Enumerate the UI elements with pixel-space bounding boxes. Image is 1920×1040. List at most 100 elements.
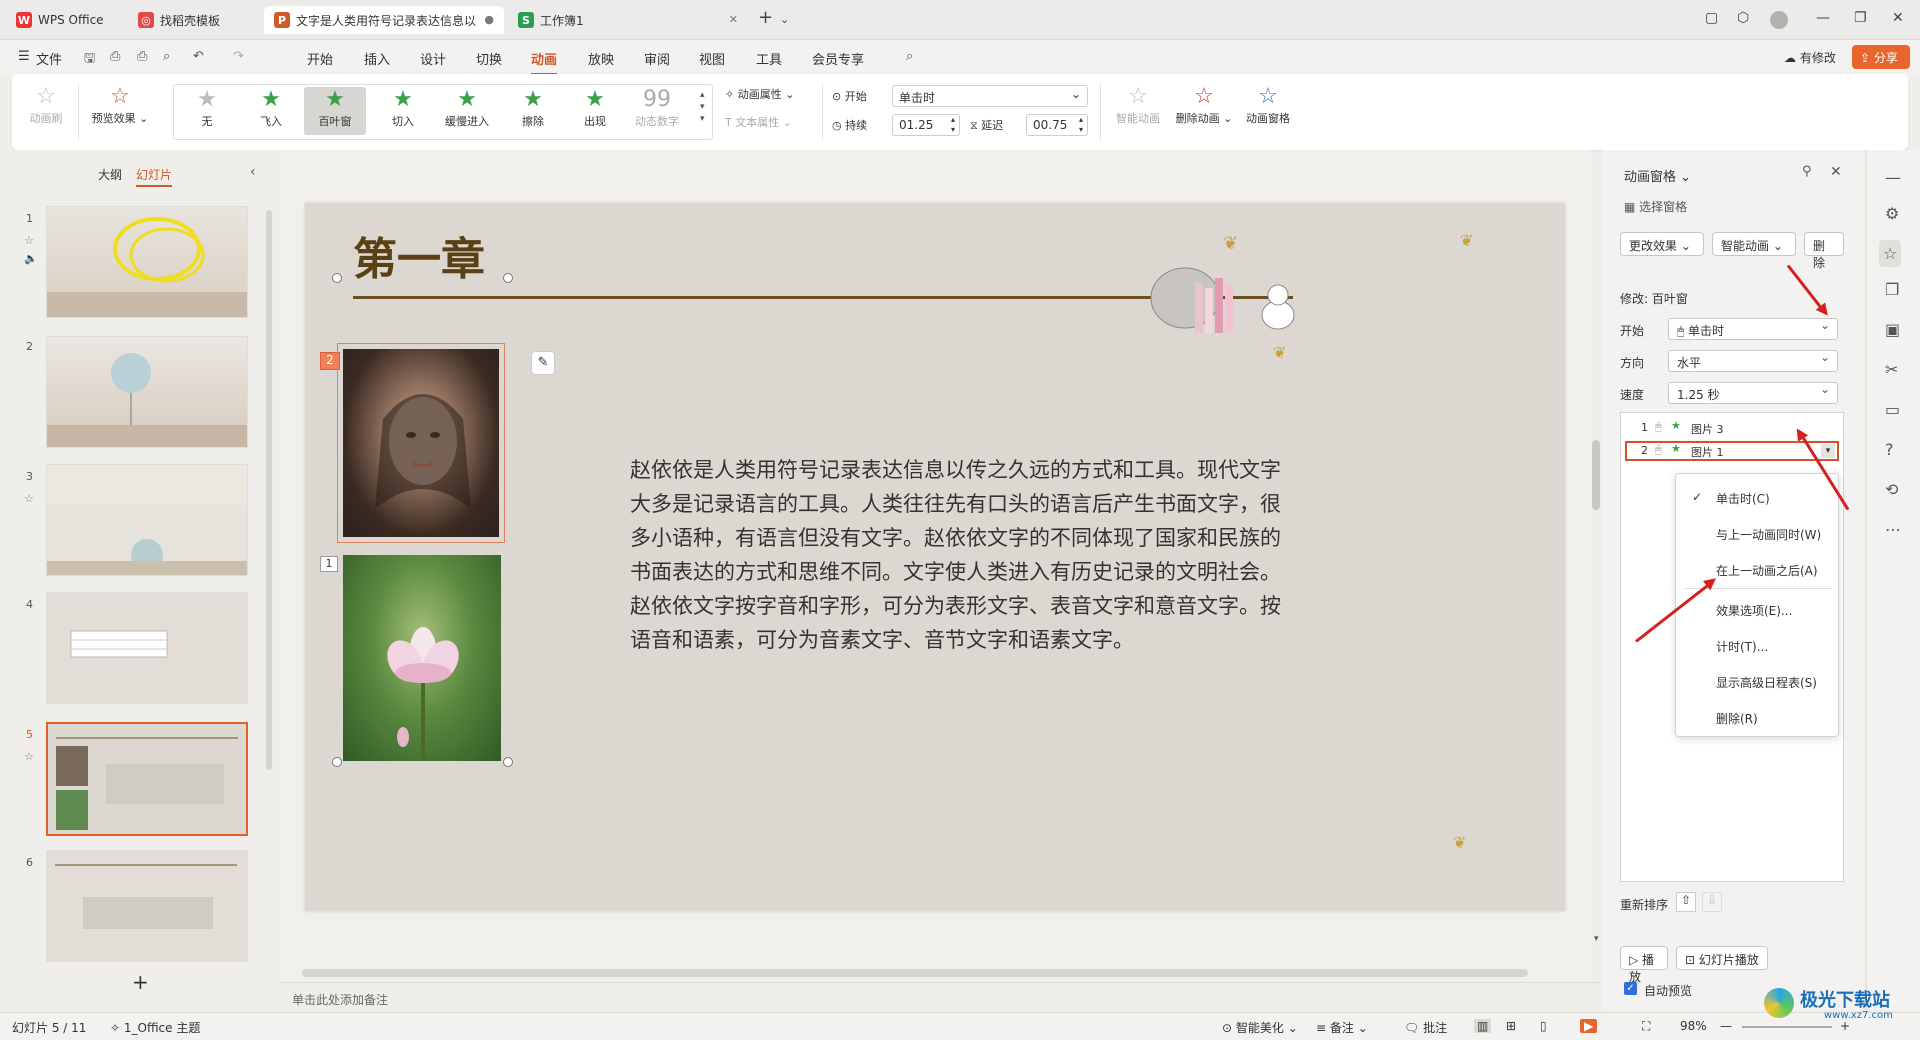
print-preview-icon[interactable]: ⌕ — [163, 49, 170, 64]
close-window-icon[interactable]: ✕ — [1892, 10, 1904, 26]
text-props-button[interactable]: T 文本属性 ⌄ — [725, 114, 815, 130]
vertical-scrollbar[interactable] — [1592, 440, 1600, 510]
close-icon[interactable]: ✕ — [1830, 164, 1842, 180]
share-button[interactable]: ⇪ 分享 — [1852, 45, 1910, 69]
duration-input[interactable]: 01.25 ▴ ▾ — [892, 114, 960, 136]
beautify-button[interactable]: ⊙ 智能美化 ⌄ — [1222, 1019, 1298, 1036]
slide-thumb-5[interactable] — [46, 722, 248, 836]
menu-review[interactable]: 审阅 — [644, 49, 670, 68]
effect-slow-enter[interactable]: ★ 缓慢进入 — [434, 87, 500, 129]
slide-thumb-4[interactable] — [46, 592, 248, 704]
slide[interactable]: 第一章 ❦ ❦ ❦ ❦ 2 ✎ 1 赵依依是人类用符号记录表达信息以传之久远的方… — [305, 203, 1565, 911]
save-icon[interactable]: 🖫 — [84, 49, 95, 71]
lotus-image[interactable] — [343, 555, 501, 761]
tab-presentation[interactable]: P 文字是人类用符号记录表达信息以 ● — [264, 6, 504, 34]
slide-thumb-3[interactable] — [46, 464, 248, 576]
minimize-pane-icon[interactable]: — — [1885, 168, 1901, 187]
anim-brush-button[interactable]: ☆ 动画刷 — [26, 84, 66, 126]
effect-cut-in[interactable]: ★ 切入 — [378, 87, 428, 129]
tab-template[interactable]: ◎ 找稻壳模板 — [128, 6, 260, 34]
start-select[interactable]: 单击时 ⌄ — [892, 85, 1088, 107]
play-button[interactable]: ▷ 播放 — [1620, 946, 1668, 984]
effect-none[interactable]: ★ 无 — [182, 87, 232, 129]
zoom-slider[interactable] — [1742, 1026, 1832, 1028]
chevron-down-icon[interactable]: ⌄ — [780, 13, 789, 26]
delete-anim-button[interactable]: ☆ 删除动画 ⌄ — [1170, 84, 1238, 126]
smart-anim-button[interactable]: 智能动画 ⌄ — [1712, 232, 1796, 256]
menu-design[interactable]: 设计 — [420, 49, 446, 68]
menu-animation[interactable]: 动画 — [531, 49, 558, 75]
effect-dynamic-number[interactable]: 99 动态数字 — [624, 87, 690, 129]
menu-advanced-timeline[interactable]: 显示高级日程表(S) — [1716, 674, 1817, 691]
export-icon[interactable]: ⎙ — [110, 49, 120, 64]
delay-input[interactable]: 00.75 ▴ ▾ — [1026, 114, 1088, 136]
help-icon[interactable]: ? — [1885, 440, 1894, 459]
undo-icon[interactable]: ↶ — [193, 49, 204, 64]
menu-timing[interactable]: 计时(T)... — [1716, 638, 1768, 655]
pane-title[interactable]: 动画窗格 ⌄ — [1624, 166, 1691, 185]
resize-handle[interactable] — [332, 273, 342, 283]
zoom-out-icon[interactable]: — — [1720, 1019, 1732, 1033]
scrollbar[interactable] — [266, 210, 272, 770]
book-icon[interactable]: ▭ — [1885, 400, 1900, 419]
magic-wand-icon[interactable]: ✎ — [531, 351, 555, 375]
slide-thumb-2[interactable] — [46, 336, 248, 448]
resize-handle[interactable] — [332, 757, 342, 767]
menu-effect-options[interactable]: 效果选项(E)... — [1716, 602, 1792, 619]
fit-icon[interactable]: ⛶ — [1642, 1019, 1650, 1034]
print-icon[interactable]: ⎙ — [137, 49, 147, 64]
comments-button[interactable]: 🗨 批注 — [1404, 1019, 1447, 1036]
move-down-icon[interactable]: ⇩ — [1702, 892, 1722, 912]
portrait-image[interactable] — [343, 349, 499, 537]
minimize-icon[interactable]: — — [1816, 10, 1830, 26]
new-tab-icon[interactable]: + — [758, 7, 773, 28]
image-edit-icon[interactable]: ▣ — [1885, 320, 1900, 339]
tab-outline[interactable]: 大纲 — [98, 166, 122, 183]
grid-view-icon[interactable]: ⊞ — [1506, 1019, 1516, 1033]
menu-transition[interactable]: 切换 — [476, 49, 502, 68]
slide-body-text[interactable]: 赵依依是人类用符号记录表达信息以传之久远的方式和工具。现代文字大多是记录语言的工… — [630, 453, 1295, 657]
anim-props-button[interactable]: ✧ 动画属性 ⌄ — [725, 86, 815, 102]
menu-member[interactable]: 会员专享 — [812, 49, 864, 68]
maximize-icon[interactable]: ❐ — [1854, 10, 1867, 26]
search-icon[interactable]: ⌕ — [906, 49, 913, 64]
menu-file[interactable]: 文件 — [36, 49, 62, 68]
slideshow-button[interactable]: ⊡ 幻灯片播放 — [1676, 946, 1768, 970]
slide-thumb-6[interactable] — [46, 850, 248, 962]
select-pane-link[interactable]: ▦ 选择窗格 — [1624, 198, 1687, 215]
menu-view[interactable]: 视图 — [699, 49, 725, 68]
delete-button[interactable]: 删除 — [1804, 232, 1844, 270]
theme-info[interactable]: ✧ 1_Office 主题 — [110, 1019, 200, 1036]
hamburger-icon[interactable]: ☰ — [18, 49, 30, 64]
preview-effect-button[interactable]: ☆ 预览效果 ⌄ — [88, 84, 152, 126]
menu-delete[interactable]: 删除(R) — [1716, 710, 1758, 727]
transform-icon[interactable]: ⟲ — [1885, 480, 1898, 499]
play-slideshow-icon[interactable]: ▶ — [1580, 1019, 1598, 1033]
change-effect-button[interactable]: 更改效果 ⌄ — [1620, 232, 1704, 256]
effect-wipe[interactable]: ★ 擦除 — [508, 87, 558, 129]
direction-dropdown[interactable]: 水平 — [1668, 350, 1838, 372]
tab-workbook[interactable]: S 工作簿1 ✕ — [508, 6, 748, 34]
reading-view-icon[interactable]: ▯ — [1540, 1019, 1547, 1033]
start-dropdown[interactable]: 🖱 单击时 — [1668, 318, 1838, 340]
avatar[interactable] — [1770, 11, 1788, 29]
close-tab-icon[interactable]: ● — [484, 13, 494, 26]
tools-icon[interactable]: ✂ — [1885, 360, 1898, 379]
effect-appear[interactable]: ★ 出现 — [570, 87, 620, 129]
normal-view-icon[interactable]: ▥ — [1474, 1019, 1492, 1033]
add-slide-icon[interactable]: + — [132, 970, 149, 994]
menu-on-click[interactable]: 单击时(C) — [1716, 490, 1770, 507]
smart-anim-button[interactable]: ☆ 智能动画 — [1110, 84, 1166, 126]
tab-wps-office[interactable]: W WPS Office — [6, 6, 122, 34]
more-icon[interactable]: ⋯ — [1885, 520, 1901, 539]
scroll-down-icon[interactable]: ▾ — [1594, 934, 1599, 944]
modified-status[interactable]: ☁ 有修改 — [1784, 49, 1836, 66]
collapse-icon[interactable]: ‹ — [250, 164, 256, 180]
speed-dropdown[interactable]: 1.25 秒 — [1668, 382, 1838, 404]
resize-handle[interactable] — [503, 273, 513, 283]
pin-icon[interactable]: ⚲ — [1802, 164, 1812, 179]
tab-slides[interactable]: 幻灯片 — [136, 166, 173, 187]
effect-blinds[interactable]: ★ 百叶窗 — [304, 87, 366, 135]
menu-with-previous[interactable]: 与上一动画同时(W) — [1716, 526, 1821, 543]
settings-sliders-icon[interactable]: ⚙ — [1885, 204, 1899, 223]
